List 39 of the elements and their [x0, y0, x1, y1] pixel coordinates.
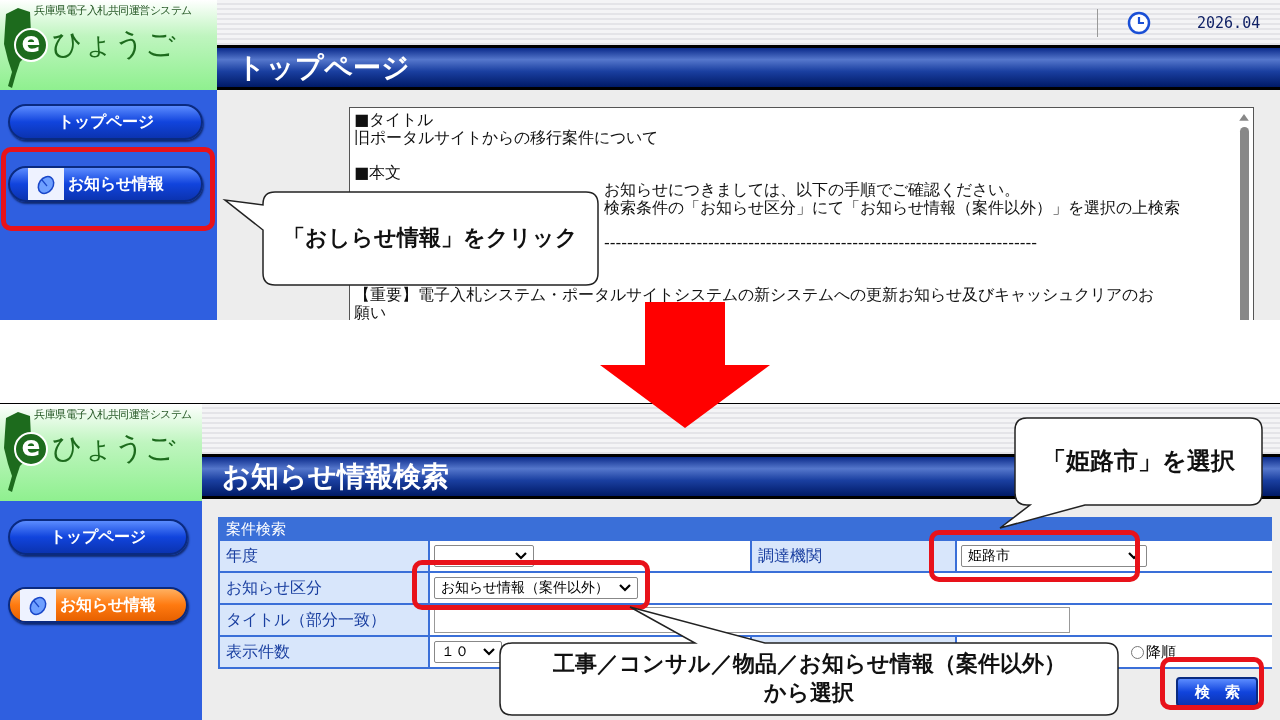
nav-button[interactable]: トップページ: [8, 104, 203, 140]
notice-text: ■本文: [354, 162, 402, 182]
nav-button[interactable]: トップページ: [8, 519, 188, 555]
callout-text: 工事／コンサル／物品／お知らせ情報（案件以外）: [552, 650, 1066, 679]
select-field[interactable]: お知らせ情報（案件以外）: [434, 577, 638, 599]
notice-text: ■タイトル: [354, 110, 434, 129]
logo-caption: 兵庫県電子入札共同運営システム: [34, 407, 192, 422]
callout-text: 「おしらせ情報」をクリック: [283, 224, 578, 253]
down-arrow-icon: [598, 300, 772, 430]
scroll-thumb[interactable]: [1239, 126, 1249, 320]
notice-text: 検索条件の「お知らせ区分」にて「お知らせ情報（案件以外）」を選択の上検索: [604, 197, 1180, 217]
notice-text: 願い: [354, 302, 386, 320]
select-field[interactable]: 姫路市: [961, 545, 1147, 567]
field-label: 表示件数: [220, 637, 428, 667]
notice-text: ---------------------------------------------------------------------------: [604, 232, 1037, 252]
chevron-icon: [483, 648, 495, 656]
up-arrow-icon: [1239, 114, 1249, 121]
notice-text: お知らせにつきましては、以下の手順でご確認ください。: [604, 180, 1020, 199]
callout-text: から選択: [764, 679, 854, 707]
select-field[interactable]: １０: [434, 641, 502, 663]
chevron-icon: [619, 584, 631, 592]
logo-caption: 兵庫県電子入札共同運営システム: [34, 3, 192, 18]
field-label: タイトル（部分一致）: [220, 605, 428, 635]
field-label: 調達機関: [752, 541, 955, 571]
callout-text: 「姫路市」を選択: [1042, 445, 1235, 477]
field-label: お知らせ区分: [220, 573, 428, 603]
mouse-icon: [27, 594, 49, 616]
logo-name: ひょうご: [52, 429, 176, 467]
chevron-icon: [515, 552, 527, 560]
page-title: トップページ: [237, 49, 410, 86]
search-button[interactable]: 検 索: [1176, 677, 1258, 707]
logo-name: ひょうご: [52, 25, 176, 63]
field-label: 年度: [220, 541, 428, 571]
nav-button[interactable]: お知らせ情報: [8, 166, 203, 202]
date-text: 2026.04: [1197, 13, 1261, 32]
notice-text: 旧ポータルサイトからの移行案件について: [354, 127, 658, 147]
clock-icon: [1127, 10, 1151, 35]
page-title: お知らせ情報検索: [222, 458, 449, 495]
notice-text: 【重要】電子入札システム・ポータルサイトシステムの新システムへの更新お知らせ及びキャッシュクリアのお: [354, 285, 1154, 304]
